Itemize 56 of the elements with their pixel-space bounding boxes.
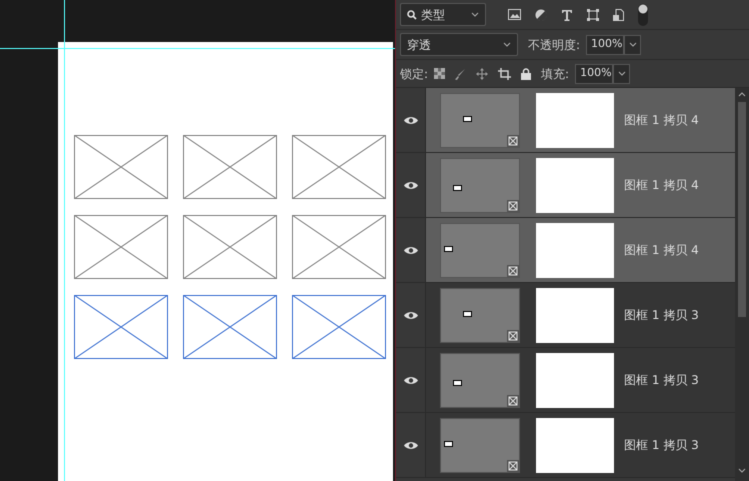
scrollbar[interactable] xyxy=(735,88,749,481)
layer-name: 图框 1 拷贝 4 xyxy=(624,177,699,194)
crop-icon[interactable] xyxy=(498,68,512,80)
frame-marker xyxy=(463,116,472,122)
document-icon[interactable] xyxy=(613,8,624,20)
frame-marker xyxy=(444,246,453,252)
visibility-eye-icon[interactable] xyxy=(404,116,418,124)
lock-pixels-icon[interactable] xyxy=(434,68,446,79)
frame-icon xyxy=(507,264,519,276)
transform-icon[interactable] xyxy=(587,8,599,20)
caret-icon xyxy=(503,42,511,48)
caret-icon xyxy=(471,12,479,18)
fill-dropdown-button[interactable] xyxy=(613,64,630,84)
frame-icon xyxy=(507,460,519,472)
layer-row[interactable]: 图框 1 拷贝 3 xyxy=(396,283,735,348)
search-icon xyxy=(407,10,417,20)
brush-icon[interactable] xyxy=(455,68,466,80)
frame-icon xyxy=(507,200,519,212)
frame-marker xyxy=(444,440,453,446)
frame-marker xyxy=(453,380,462,386)
layer-row[interactable]: 图框 1 拷贝 4 xyxy=(396,153,735,218)
layer-name: 图框 1 拷贝 4 xyxy=(624,112,699,129)
fill-label: 填充: xyxy=(541,66,570,82)
type-icon[interactable] xyxy=(561,8,573,20)
opacity-dropdown-button[interactable] xyxy=(624,34,642,54)
layer-name: 图框 1 拷贝 3 xyxy=(624,307,699,324)
visibility-eye-icon[interactable] xyxy=(404,180,418,190)
visibility-eye-icon[interactable] xyxy=(404,440,418,450)
frame-icon xyxy=(507,134,519,146)
filter-dropdown[interactable]: 类型 xyxy=(400,3,486,26)
adjustment-icon[interactable] xyxy=(535,8,547,20)
frame-icon xyxy=(507,394,519,406)
blend-mode-dropdown[interactable]: 穿透 xyxy=(400,33,518,56)
layer-name: 图框 1 拷贝 3 xyxy=(624,437,699,454)
caret-icon xyxy=(628,42,637,48)
frame-icon xyxy=(507,330,519,342)
layer-name: 图框 1 拷贝 4 xyxy=(624,242,699,259)
opacity-field[interactable]: 100% xyxy=(586,34,624,54)
caret-icon xyxy=(618,70,626,76)
layer-row[interactable]: 图框 1 拷贝 4 xyxy=(396,88,735,153)
visibility-eye-icon[interactable] xyxy=(404,310,418,320)
layer-row[interactable]: 图框 1 拷贝 4 xyxy=(396,218,735,283)
frame-marker xyxy=(453,184,462,190)
layer-row[interactable]: 图框 1 拷贝 3 xyxy=(396,413,735,478)
layer-name: 图框 1 拷贝 3 xyxy=(624,372,699,389)
frame-marker xyxy=(463,310,472,316)
move-icon[interactable] xyxy=(476,68,488,80)
visibility-eye-icon[interactable] xyxy=(404,246,418,254)
lock-icon[interactable] xyxy=(521,68,532,80)
image-icon[interactable] xyxy=(508,9,521,20)
fill-field[interactable]: 100% xyxy=(575,64,614,84)
filter-toggle[interactable] xyxy=(638,4,648,26)
opacity-label: 不透明度: xyxy=(528,36,580,54)
layer-row[interactable]: 图框 1 拷贝 3 xyxy=(396,348,735,413)
visibility-eye-icon[interactable] xyxy=(404,376,418,384)
lock-label: 锁定: xyxy=(400,66,428,82)
